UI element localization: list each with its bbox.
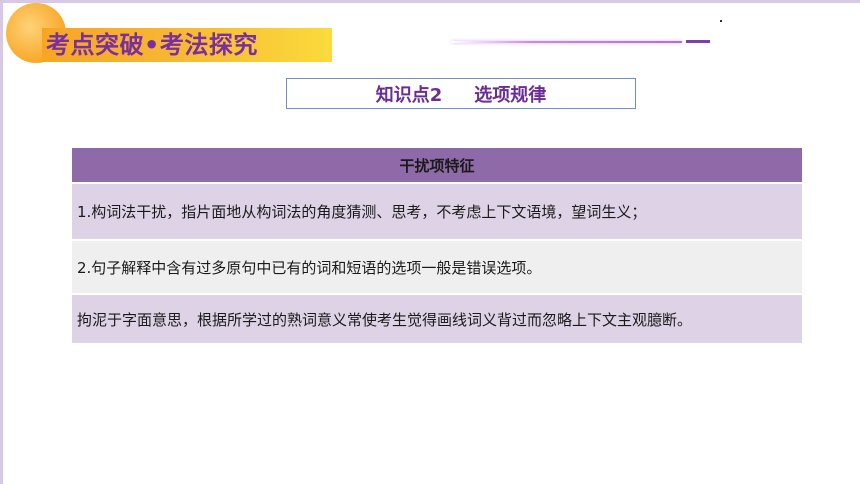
page-title: 考点突破•考法探究 (46, 31, 258, 59)
decorative-dot (720, 20, 722, 22)
section-label: 知识点2 (375, 84, 443, 106)
table-header-label: 干扰项特征 (399, 156, 475, 175)
table-header: 干扰项特征 (72, 148, 802, 184)
table-row: 1.构词法干扰，指片面地从构词法的角度猜测、思考，不考虑上下文语境，望词生义； (72, 184, 802, 241)
slide-top-border (0, 0, 860, 3)
section-heading-box: 知识点2 选项规律 (286, 78, 636, 109)
decorative-line (452, 41, 682, 43)
table-row-text: 1.构词法干扰，指片面地从构词法的角度猜测、思考，不考虑上下文语境，望词生义； (77, 203, 647, 221)
decorative-dash (686, 40, 710, 43)
slide-left-border (0, 0, 3, 484)
table-row: 拘泥于字面意思，根据所学过的熟词意义常使考生觉得画线词义背过而忽略上下文主观臆断… (72, 295, 802, 343)
table-row-text: 拘泥于字面意思，根据所学过的熟词意义常使考生觉得画线词义背过而忽略上下文主观臆断… (77, 310, 693, 329)
table-row-text: 2.句子解释中含有过多原句中已有的词和短语的选项一般是错误选项。 (77, 258, 542, 277)
interference-features-table: 干扰项特征 1.构词法干扰，指片面地从构词法的角度猜测、思考，不考虑上下文语境，… (72, 148, 802, 343)
section-title: 选项规律 (474, 84, 547, 106)
table-row: 2.句子解释中含有过多原句中已有的词和短语的选项一般是错误选项。 (72, 241, 802, 295)
